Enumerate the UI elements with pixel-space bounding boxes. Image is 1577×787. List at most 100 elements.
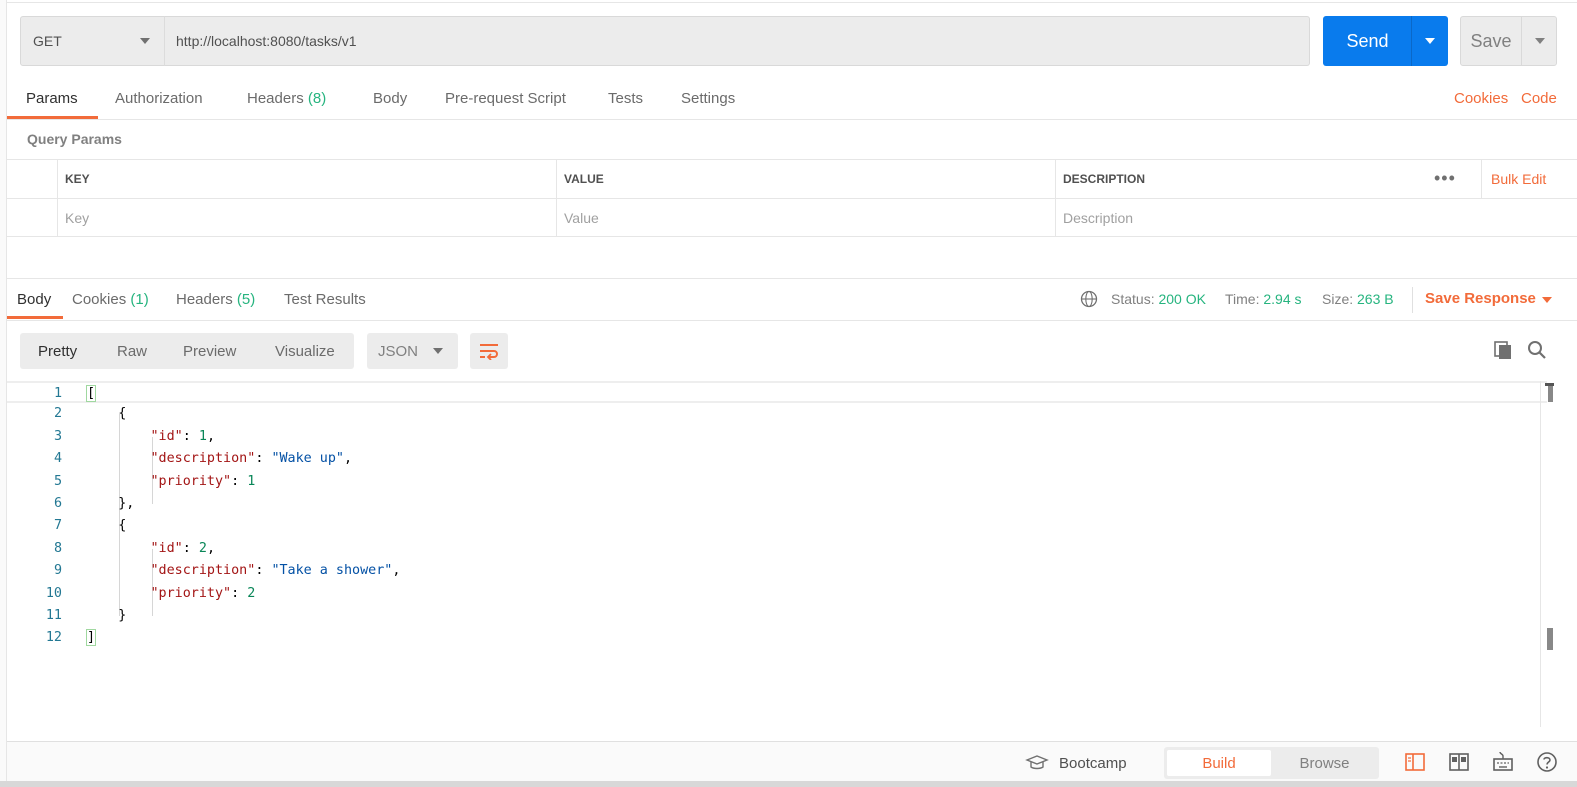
code-text: "description": "Wake up",	[86, 448, 353, 470]
time-info: Time: 2.94 s	[1225, 291, 1302, 307]
line-number: 6	[53, 496, 62, 511]
json-key: "description"	[150, 451, 256, 467]
tab-prerequest-script[interactable]: Pre-request Script	[445, 90, 566, 107]
view-preview[interactable]: Preview	[183, 333, 236, 369]
description-input[interactable]: Description	[1055, 199, 1577, 237]
json-comma: ,	[206, 540, 215, 556]
code-line: 7 {	[7, 515, 1547, 537]
code-line: 12 ]	[7, 627, 1547, 649]
column-key: KEY	[57, 160, 556, 198]
json-number: 2	[198, 540, 207, 556]
code-line: 11 }	[7, 605, 1547, 627]
copy-icon[interactable]	[1492, 339, 1514, 361]
bulk-edit-button[interactable]: Bulk Edit	[1481, 160, 1546, 198]
code-text: {	[86, 515, 126, 537]
tab-settings[interactable]: Settings	[681, 90, 735, 107]
view-pretty[interactable]: Pretty	[38, 333, 77, 369]
url-input[interactable]: http://localhost:8080/tasks/v1	[164, 16, 1310, 66]
tab-authorization[interactable]: Authorization	[115, 90, 203, 107]
save-response-button[interactable]: Save Response	[1425, 290, 1536, 307]
status-bar: Bootcamp Build Browse	[7, 741, 1577, 781]
json-close-object: }	[118, 608, 127, 623]
column-value: VALUE	[556, 160, 1055, 198]
save-options-button[interactable]	[1521, 16, 1557, 66]
send-options-button[interactable]	[1411, 16, 1448, 66]
wrap-lines-button[interactable]	[470, 333, 508, 369]
build-mode-button[interactable]: Build	[1167, 750, 1271, 776]
json-number: 1	[247, 473, 256, 489]
help-icon[interactable]	[1535, 750, 1559, 774]
scroll-marker	[1548, 386, 1553, 402]
layout-columns-icon[interactable]	[1447, 750, 1471, 774]
cookies-link[interactable]: Cookies	[1454, 90, 1508, 107]
method-select[interactable]: GET	[20, 16, 165, 66]
chevron-down-icon[interactable]	[1542, 297, 1552, 303]
bootcamp-label: Bootcamp	[1059, 754, 1127, 772]
format-select[interactable]: JSON	[367, 333, 458, 369]
json-colon: :	[255, 451, 272, 467]
size-value: 263 B	[1357, 291, 1394, 307]
tab-headers-count: (8)	[307, 90, 327, 107]
resp-tab-body[interactable]: Body	[17, 291, 51, 308]
code-line: 9 "description": "Take a shower",	[7, 560, 1547, 582]
tab-headers[interactable]: Headers (8)	[247, 90, 326, 107]
value-input[interactable]: Value	[556, 199, 1055, 237]
request-tabs: Params Authorization Headers (8) Body Pr…	[7, 80, 1577, 120]
code-link[interactable]: Code	[1521, 90, 1557, 107]
bootcamp-button[interactable]: Bootcamp	[1025, 754, 1127, 772]
line-number: 3	[53, 428, 62, 444]
save-button[interactable]: Save	[1460, 16, 1522, 66]
json-comma: ,	[206, 428, 215, 444]
json-number: 2	[247, 585, 256, 601]
code-line: 1 [	[7, 381, 1547, 404]
code-line: 6 },	[7, 493, 1547, 515]
json-colon: :	[231, 585, 248, 601]
tab-params[interactable]: Params	[26, 90, 78, 107]
resp-tab-headers-label: Headers	[176, 291, 233, 308]
code-line: 10 "priority": 2	[7, 583, 1547, 605]
line-number: 2	[53, 406, 62, 422]
code-text: {	[86, 403, 126, 425]
code-line: 8 "id": 2,	[7, 538, 1547, 560]
status-divider	[1412, 287, 1413, 313]
resp-tab-cookies[interactable]: Cookies (1)	[72, 291, 149, 308]
json-key: "description"	[150, 563, 256, 579]
taskbar-strip	[0, 781, 1577, 787]
editor-scrollbar[interactable]	[1540, 381, 1560, 727]
code-text: ]	[86, 627, 97, 649]
scroll-thumb[interactable]	[1547, 628, 1553, 650]
line-number: 7	[53, 518, 62, 534]
tab-body[interactable]: Body	[373, 90, 407, 107]
json-colon: :	[231, 473, 248, 489]
key-input[interactable]: Key	[57, 199, 556, 237]
json-close-object: },	[118, 496, 135, 511]
active-resp-tab-indicator	[7, 316, 63, 319]
globe-icon[interactable]	[1080, 290, 1098, 308]
status-info: Status: 200 OK	[1111, 291, 1206, 307]
line-number: 8	[53, 540, 62, 556]
json-colon: :	[255, 563, 272, 579]
code-text: "description": "Take a shower",	[86, 560, 401, 582]
code-line: 4 "description": "Wake up",	[7, 448, 1547, 470]
code-line: 5 "priority": 1	[7, 471, 1547, 493]
line-number: 12	[45, 630, 62, 646]
keyboard-shortcuts-icon[interactable]	[1491, 750, 1515, 774]
json-string: "Take a shower"	[271, 563, 393, 579]
view-visualize[interactable]: Visualize	[275, 333, 335, 369]
resp-tab-test-results[interactable]: Test Results	[284, 291, 366, 308]
resp-tab-headers[interactable]: Headers (5)	[176, 291, 255, 308]
browse-mode-button[interactable]: Browse	[1273, 750, 1376, 776]
tab-tests[interactable]: Tests	[608, 90, 643, 107]
line-number: 10	[45, 585, 62, 601]
code-line: 3 "id": 1,	[7, 426, 1547, 448]
active-tab-indicator	[7, 116, 98, 119]
column-description: DESCRIPTION	[1055, 160, 1481, 198]
two-pane-view-icon[interactable]	[1403, 750, 1427, 774]
response-body-editor[interactable]: 1 [ 2 { 3 "id": 1, 4 "description": "Wak…	[7, 381, 1547, 727]
top-divider	[7, 0, 1577, 3]
more-options-icon[interactable]: •••	[1434, 168, 1456, 189]
json-key: "id"	[150, 540, 183, 556]
view-raw[interactable]: Raw	[117, 333, 147, 369]
send-button[interactable]: Send	[1323, 16, 1412, 66]
search-icon[interactable]	[1526, 339, 1548, 361]
